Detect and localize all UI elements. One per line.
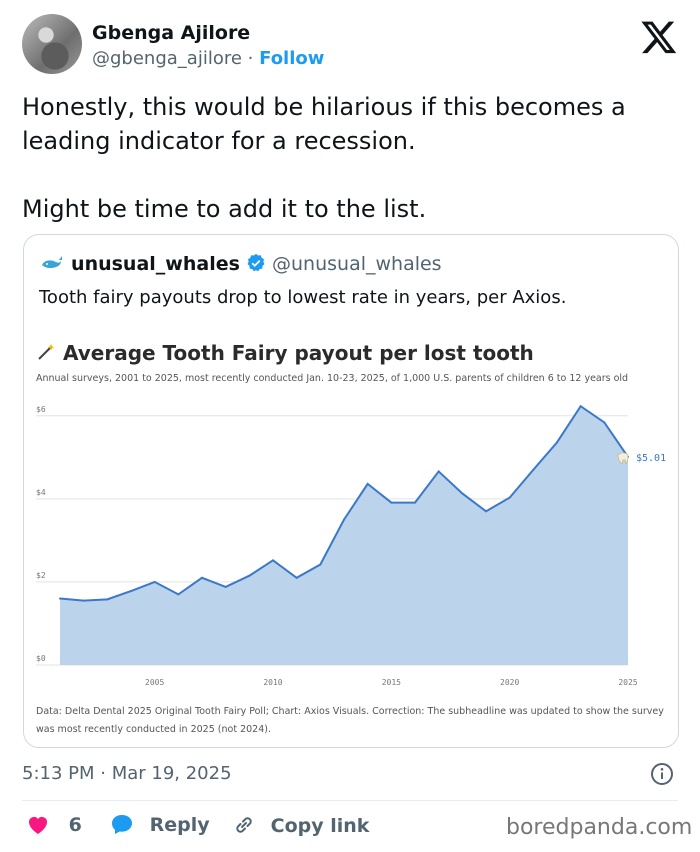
y-tick-label: $4 bbox=[36, 488, 46, 497]
chart-title: Average Tooth Fairy payout per lost toot… bbox=[62, 341, 534, 365]
chart-subtitle: Annual surveys, 2001 to 2025, most recen… bbox=[36, 373, 629, 384]
quote-text: Tooth fairy payouts drop to lowest rate … bbox=[39, 287, 567, 308]
author-name[interactable]: Gbenga Ajilore bbox=[92, 22, 250, 44]
author-handle[interactable]: @gbenga_ajilore bbox=[92, 48, 242, 69]
data-point bbox=[106, 598, 109, 601]
data-point bbox=[579, 405, 582, 408]
data-point bbox=[532, 468, 535, 471]
link-icon bbox=[236, 817, 252, 833]
y-tick-label: $0 bbox=[36, 654, 46, 663]
data-point bbox=[366, 482, 369, 485]
x-logo-icon[interactable] bbox=[640, 18, 678, 56]
like-button[interactable]: 6 bbox=[26, 813, 82, 836]
data-point bbox=[82, 599, 85, 602]
x-tick-label: 2025 bbox=[618, 678, 637, 687]
data-point bbox=[201, 576, 203, 579]
data-point bbox=[390, 501, 393, 504]
data-point bbox=[508, 496, 511, 499]
data-point bbox=[177, 593, 180, 596]
area-fill bbox=[60, 406, 628, 665]
data-point bbox=[130, 590, 132, 593]
y-tick-label: $6 bbox=[36, 405, 46, 414]
divider bbox=[22, 800, 678, 801]
chart-footnote: Data: Delta Dental 2025 Original Tooth F… bbox=[36, 706, 664, 735]
like-count: 6 bbox=[68, 814, 82, 836]
reply-bubble-icon bbox=[112, 815, 132, 834]
follow-button[interactable]: Follow bbox=[259, 48, 324, 69]
chart-title-row: Average Tooth Fairy payout per lost toot… bbox=[36, 341, 534, 365]
x-tick-label: 2005 bbox=[145, 678, 164, 687]
data-point bbox=[556, 441, 558, 444]
quote-author-handle[interactable]: @unusual_whales bbox=[272, 253, 442, 275]
copy-link-label: Copy link bbox=[270, 815, 370, 837]
handle-separator: · bbox=[247, 48, 254, 69]
data-point bbox=[295, 576, 298, 579]
data-point bbox=[437, 470, 440, 473]
data-point bbox=[461, 492, 464, 495]
data-point bbox=[603, 421, 606, 424]
data-point bbox=[272, 559, 274, 562]
author-handle-line: @gbenga_ajilore · Follow bbox=[92, 48, 324, 69]
verified-badge-icon bbox=[247, 253, 265, 272]
x-tick-label: 2015 bbox=[382, 678, 401, 687]
heart-icon bbox=[29, 817, 47, 834]
data-point bbox=[59, 597, 61, 600]
quote-tweet-card[interactable]: unusual_whales @unusual_whales Tooth fai… bbox=[23, 234, 679, 748]
tweet-timestamp[interactable]: 5:13 PM · Mar 19, 2025 bbox=[22, 763, 232, 784]
author-avatar[interactable] bbox=[22, 14, 82, 74]
quote-header: unusual_whales @unusual_whales bbox=[39, 253, 442, 275]
data-point bbox=[153, 580, 156, 583]
magic-wand-icon bbox=[38, 344, 55, 360]
data-point bbox=[485, 510, 487, 513]
data-point bbox=[414, 501, 416, 504]
reply-button[interactable]: Reply bbox=[110, 813, 210, 836]
end-value-label: $5.01 bbox=[636, 453, 666, 464]
quote-author-name[interactable]: unusual_whales bbox=[71, 253, 240, 275]
watermark: boredpanda.com bbox=[506, 815, 693, 840]
data-point bbox=[319, 563, 322, 566]
copy-link-button[interactable]: Copy link bbox=[232, 813, 369, 837]
x-tick-label: 2020 bbox=[500, 678, 519, 687]
reply-label: Reply bbox=[149, 814, 210, 836]
data-point bbox=[224, 585, 227, 588]
whale-avatar-icon bbox=[42, 256, 62, 269]
x-tick-label: 2010 bbox=[263, 678, 282, 687]
tooth-fairy-chart: $0 $2 $4 $6 2005 2010 2015 2020 2025 $5.01 bbox=[36, 405, 666, 687]
data-point bbox=[343, 518, 345, 521]
data-point bbox=[248, 574, 251, 577]
tweet-text: Honestly, this would be hilarious if thi… bbox=[22, 93, 626, 223]
info-icon[interactable] bbox=[650, 762, 674, 786]
y-tick-label: $2 bbox=[36, 571, 46, 580]
